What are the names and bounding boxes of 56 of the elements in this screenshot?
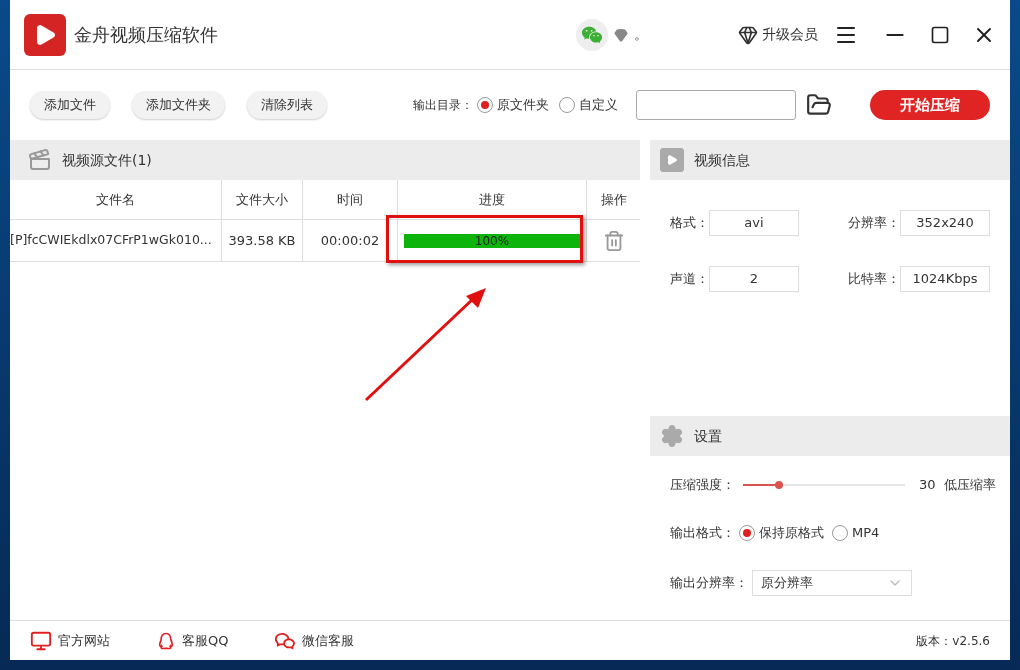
info-value: avi [709,210,799,236]
folder-icon[interactable] [806,92,832,118]
maximize-icon[interactable] [930,24,950,45]
strength-description: 低压缩率 [943,476,996,495]
progress-text: 100% [473,233,511,248]
toolbar-button[interactable]: 添加文件夹 [132,91,225,119]
start-compress-button[interactable]: 开始压缩 [870,90,990,120]
app-logo-icon [24,13,66,56]
output-option[interactable]: 自定义 [559,95,618,115]
window-title: 金舟视频压缩软件 [74,23,218,47]
info-value: 1024Kbps [900,266,990,292]
status-text: 。 [634,25,648,44]
panel-title: 视频信息 [694,150,750,170]
trash-icon[interactable] [602,229,625,252]
footer-link[interactable]: 微信客服 [274,629,355,652]
strength-label: 压缩强度： [670,476,735,495]
diamond-icon [738,24,758,45]
strength-value: 30 [919,476,936,495]
resolution-label: 输出分辨率： [670,574,748,593]
footer-link[interactable]: 客服QQ [156,630,229,651]
info-label: 分辨率： [848,214,900,233]
panel-title: 视频源文件(1) [62,150,152,170]
format-label: 输出格式： [670,524,735,543]
slider-thumb[interactable] [774,481,783,489]
info-label: 比特率： [848,270,900,289]
column-header: 时间 [303,180,398,219]
info-value: 352x240 [900,210,990,236]
toolbar-button[interactable]: 清除列表 [247,91,327,119]
clapperboard-icon [28,148,52,172]
penguin-icon [156,630,176,651]
output-option[interactable]: 原文件夹 [477,95,549,115]
wechat-icon[interactable] [576,18,608,51]
file-size-cell: 393.58 KB [222,220,303,261]
column-header: 进度 [398,180,587,219]
duration-cell: 00:00:02 [303,220,398,261]
info-label: 声道： [670,270,709,289]
column-header: 文件名 [10,180,222,219]
output-path-field[interactable] [636,90,796,120]
column-header: 操作 [599,190,628,209]
monitor-icon [30,629,52,652]
panel-title: 设置 [694,426,722,446]
diamond-icon [614,27,628,42]
settings-icon [660,424,684,448]
info-value: 2 [709,266,799,292]
output-label: 输出目录： [413,97,473,114]
upgrade-button[interactable]: 升级会员 [738,24,818,45]
footer-link[interactable]: 官方网站 [30,629,110,652]
play-icon [660,148,684,172]
format-option[interactable]: MP4 [832,523,880,543]
format-option[interactable]: 保持原格式 [739,523,824,543]
info-label: 格式： [670,214,709,233]
toolbar-button[interactable]: 添加文件 [30,91,110,119]
file-name-cell: [P]fcCWIEkdlx07CFrP1wGk010... [10,220,222,261]
resolution-dropdown[interactable]: 原分辨率 [752,570,912,596]
column-header: 文件大小 [222,180,303,219]
version-text: 版本：v2.5.6 [916,632,990,650]
